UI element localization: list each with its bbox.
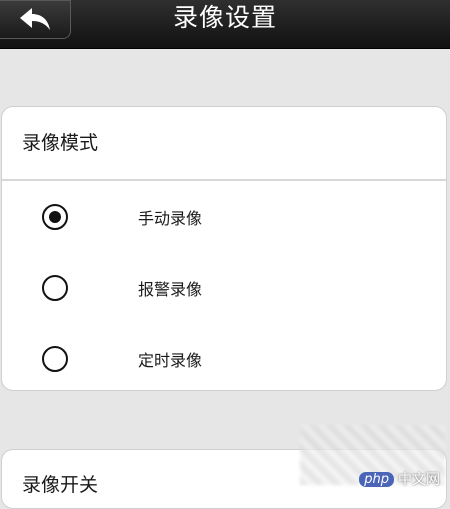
option-alarm-record[interactable]: 报警录像 — [2, 252, 446, 323]
watermark-badge: php — [359, 471, 394, 487]
watermark-text: 中文网 — [398, 472, 440, 488]
option-manual-record[interactable]: 手动录像 — [2, 181, 446, 252]
watermark: php 中文网 — [359, 469, 440, 489]
radio-scheduled-record[interactable] — [42, 345, 68, 372]
page-title: 录像设置 — [172, 3, 277, 32]
record-mode-title: 录像模式 — [22, 132, 99, 154]
record-mode-card: 录像模式 手动录像 报警录像 定时录像 — [1, 106, 447, 391]
option-scheduled-record[interactable]: 定时录像 — [2, 323, 446, 390]
title-bar: 录像设置 — [0, 0, 450, 49]
option-label: 报警录像 — [138, 279, 203, 299]
option-label: 手动录像 — [138, 208, 203, 228]
radio-manual-record[interactable] — [42, 203, 68, 230]
option-label: 定时录像 — [138, 350, 203, 370]
radio-alarm-record[interactable] — [42, 274, 68, 301]
